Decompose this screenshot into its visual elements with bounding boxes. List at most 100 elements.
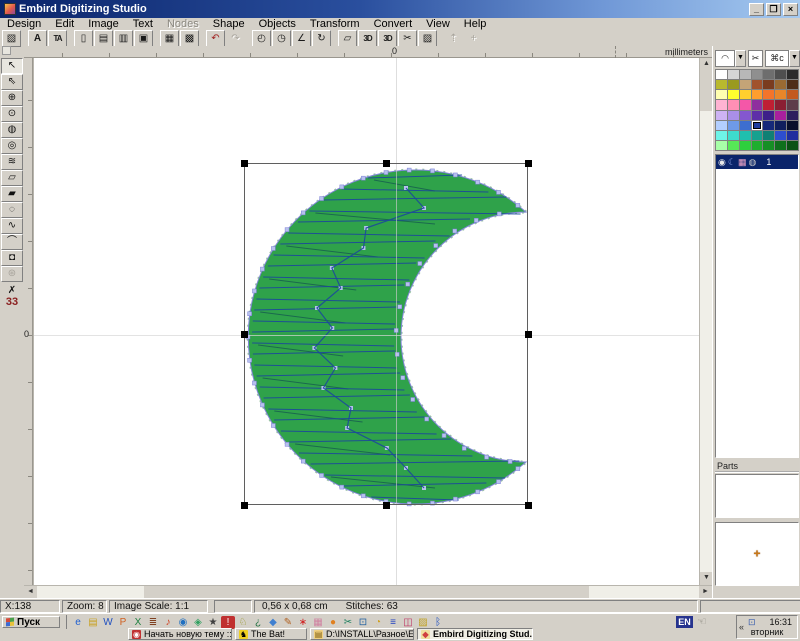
view-3d-glasses-button[interactable]: 3D — [378, 30, 397, 47]
color-swatch-r4c5[interactable] — [775, 111, 786, 120]
color-swatch-r5c3[interactable] — [752, 121, 763, 130]
winamp-icon[interactable]: ♪ — [161, 616, 175, 629]
color-swatch-r4c6[interactable] — [787, 111, 798, 120]
clock-icon[interactable]: ◔ — [371, 616, 385, 629]
parts-list[interactable] — [715, 474, 799, 518]
paste-button[interactable]: ▩ — [180, 30, 199, 47]
color-swatch-r2c3[interactable] — [752, 90, 763, 99]
color-swatch-r6c5[interactable] — [775, 131, 786, 140]
view-3d-button[interactable]: 3D — [358, 30, 377, 47]
taskbar-window-3[interactable]: ◆Embird Digitizing Stud... — [417, 628, 533, 640]
design-canvas[interactable] — [33, 58, 699, 585]
color-swatch-r5c4[interactable] — [763, 121, 774, 130]
color-swatch-r2c1[interactable] — [728, 90, 739, 99]
select-tool[interactable]: ↖ — [1, 58, 23, 74]
color-swatch-r4c4[interactable] — [763, 111, 774, 120]
selection-handle[interactable] — [241, 331, 248, 338]
folder-icon[interactable]: ▤ — [86, 616, 100, 629]
chevron-down-icon[interactable]: ▼ — [789, 50, 800, 67]
color-swatch-r5c0[interactable] — [716, 121, 727, 130]
selection-handle[interactable] — [241, 502, 248, 509]
color-swatch-r6c0[interactable] — [716, 131, 727, 140]
display-icon[interactable]: ⊡ — [356, 616, 370, 629]
color-swatch-r7c3[interactable] — [752, 141, 763, 150]
color-swatch-r3c6[interactable] — [787, 100, 798, 109]
start-button[interactable]: Пуск — [2, 616, 60, 628]
color-swatch-r0c4[interactable] — [763, 70, 774, 79]
color-swatch-r7c6[interactable] — [787, 141, 798, 150]
powerpoint-icon[interactable]: P — [116, 616, 130, 629]
color-swatch-r5c5[interactable] — [775, 121, 786, 130]
color-swatch-r6c6[interactable] — [787, 131, 798, 140]
freehand-tool[interactable]: ◌ — [1, 202, 23, 218]
lettering-button[interactable]: A — [28, 30, 47, 47]
color-swatch-r2c5[interactable] — [775, 90, 786, 99]
selection-handle[interactable] — [383, 160, 390, 167]
speed-button[interactable]: ◷ — [272, 30, 291, 47]
rotate-button[interactable]: ↻ — [312, 30, 331, 47]
color-swatch-r4c3[interactable] — [752, 111, 763, 120]
chevron-down-icon[interactable]: ▼ — [735, 50, 746, 67]
bluetooth-icon[interactable]: ᛒ — [431, 616, 445, 629]
object-list-row[interactable]: ◉☾▦◍1 — [716, 155, 798, 169]
connection-mode-select[interactable]: ⌘c▼ — [765, 50, 800, 67]
color-swatch-r3c0[interactable] — [716, 100, 727, 109]
color-swatch-r0c0[interactable] — [716, 70, 727, 79]
column-arrow-tool[interactable]: ▰ — [1, 186, 23, 202]
color-swatch-r1c5[interactable] — [775, 80, 786, 89]
text-transform-button[interactable]: TA — [48, 30, 67, 47]
color-swatch-r0c3[interactable] — [752, 70, 763, 79]
fill-shape-tool[interactable]: ◍ — [1, 122, 23, 138]
color-swatch-r3c3[interactable] — [752, 100, 763, 109]
internet-explorer-icon[interactable]: e — [71, 616, 85, 629]
color-swatch-r1c0[interactable] — [716, 80, 727, 89]
color-swatch-r5c1[interactable] — [728, 121, 739, 130]
color-swatch-r0c5[interactable] — [775, 70, 786, 79]
color-swatch-r7c2[interactable] — [740, 141, 751, 150]
zoom-tool[interactable]: ⊕ — [1, 90, 23, 106]
selection-handle[interactable] — [383, 502, 390, 509]
virus-scan-icon[interactable]: ∗ — [296, 616, 310, 629]
star-icon[interactable]: ★ — [206, 616, 220, 629]
excel-icon[interactable]: X — [131, 616, 145, 629]
angle-button[interactable]: ∠ — [292, 30, 311, 47]
arc-tool[interactable]: ⌒ — [1, 234, 23, 250]
color-swatch-r4c1[interactable] — [728, 111, 739, 120]
diamond-icon[interactable]: ◆ — [266, 616, 280, 629]
color-swatch-r4c0[interactable] — [716, 111, 727, 120]
color-swatch-r0c2[interactable] — [740, 70, 751, 79]
error-box-icon[interactable]: ! — [221, 616, 235, 629]
trim-mode-button[interactable]: ✂ — [748, 50, 763, 67]
undo-button[interactable]: ↶ — [206, 30, 225, 47]
stitch-editor-button[interactable]: ✂ — [398, 30, 417, 47]
color-swatch-r5c6[interactable] — [787, 121, 798, 130]
vertical-scrollbar[interactable]: ▲ ▼ — [699, 58, 712, 585]
library-icon[interactable]: ≣ — [146, 616, 160, 629]
color-swatch-r6c2[interactable] — [740, 131, 751, 140]
word-icon[interactable]: W — [101, 616, 115, 629]
color-swatch-r6c3[interactable] — [752, 131, 763, 140]
selection-handle[interactable] — [525, 502, 532, 509]
color-swatch-r1c1[interactable] — [728, 80, 739, 89]
red-blue-app-icon[interactable]: ◫ — [401, 616, 415, 629]
preview-button[interactable]: ▧ — [2, 30, 21, 47]
lines-icon[interactable]: ≡ — [386, 616, 400, 629]
color-swatch-r3c4[interactable] — [763, 100, 774, 109]
sfumato-tool[interactable]: ≋ — [1, 154, 23, 170]
taskbar-window-2[interactable]: ▤D:\INSTALL\Разное\Embird — [310, 628, 414, 640]
color-swatch-r1c4[interactable] — [763, 80, 774, 89]
zoom-actual-tool[interactable]: ⊙ — [1, 106, 23, 122]
color-swatch-r2c2[interactable] — [740, 90, 751, 99]
copy-button[interactable]: ▦ — [160, 30, 179, 47]
page-3d-button[interactable]: ▱ — [338, 30, 357, 47]
color-swatch-r2c0[interactable] — [716, 90, 727, 99]
save-button[interactable]: ▣ — [134, 30, 153, 47]
close-button[interactable]: × — [783, 3, 798, 16]
orange-ball-icon[interactable]: ● — [326, 616, 340, 629]
import-button[interactable]: ▥ — [114, 30, 133, 47]
outline-shape-tool[interactable]: ◎ — [1, 138, 23, 154]
color-swatch-r3c5[interactable] — [775, 100, 786, 109]
color-swatch-r3c2[interactable] — [740, 100, 751, 109]
globe-icon[interactable]: ◉ — [176, 616, 190, 629]
color-swatch-r4c2[interactable] — [740, 111, 751, 120]
